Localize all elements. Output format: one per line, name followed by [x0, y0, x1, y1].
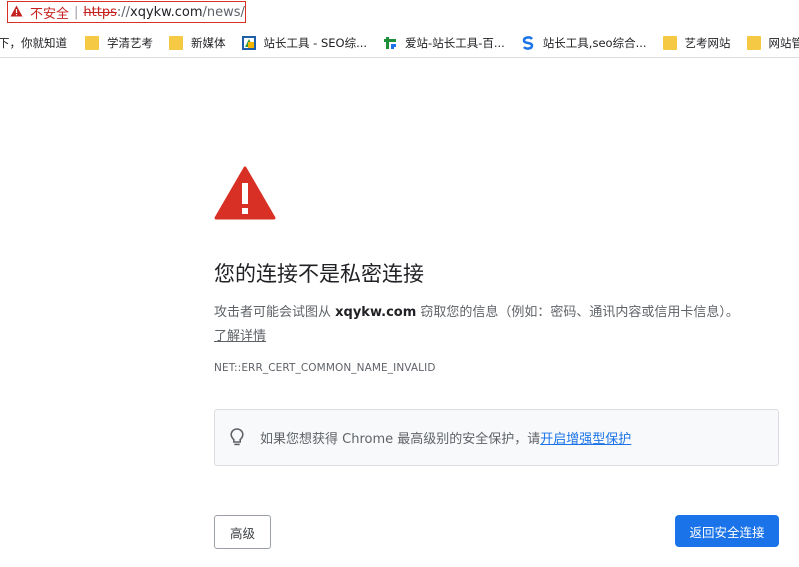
bookmark-item[interactable]: 爱站-站长工具-百...: [383, 35, 505, 51]
bookmark-label: 学清艺考: [107, 36, 153, 50]
url-scheme-separator: ://: [116, 4, 131, 20]
page-title: 您的连接不是私密连接: [214, 262, 424, 286]
bookmark-item[interactable]: 站长工具 - SEO综...: [241, 35, 368, 51]
learn-more-link[interactable]: 了解详情: [214, 325, 266, 344]
url-scheme: https: [83, 4, 117, 20]
back-to-safety-button[interactable]: 返回安全连接: [675, 515, 779, 547]
folder-icon: [169, 36, 183, 50]
bookmark-folder[interactable]: 学清艺考: [85, 35, 153, 51]
bookmark-label: 站长工具 - SEO综...: [263, 36, 368, 50]
bookmarks-bar: 下，你就知道 学清艺考 新媒体 站长工具 - SEO综... 爱站-站长工具-百…: [0, 29, 799, 58]
advanced-button[interactable]: 高级: [214, 515, 271, 549]
bookmark-label: 艺考网站: [684, 36, 731, 50]
folder-icon: [85, 36, 99, 50]
warning-triangle-icon: [214, 166, 276, 224]
bookmark-item[interactable]: 下，你就知道: [0, 35, 67, 51]
site-logo-icon: [241, 36, 256, 50]
protection-message: 如果您想获得 Chrome 最高级别的安全保护，请: [260, 432, 541, 447]
folder-icon: [662, 36, 677, 50]
not-secure-warning-icon[interactable]: [10, 5, 24, 19]
bookmark-label: 新媒体: [191, 36, 226, 50]
protection-text: 如果您想获得 Chrome 最高级别的安全保护，请开启增强型保护: [260, 428, 631, 447]
enhanced-protection-link[interactable]: 开启增强型保护: [540, 432, 631, 447]
bookmark-label: 站长工具,seo综合...: [542, 36, 647, 50]
lightbulb-icon: [230, 427, 246, 448]
aizhan-logo-icon: [383, 36, 397, 50]
description-text-end: 窃取您的信息（例如：密码、通讯内容或信用卡信息）。: [416, 305, 739, 320]
bookmark-label: 下，你就知道: [0, 36, 67, 50]
address-bar[interactable]: 不安全 | https://xqykw.com/news/: [0, 0, 799, 28]
bookmark-folder[interactable]: 网站管: [746, 35, 799, 51]
error-code: NET::ERR_CERT_COMMON_NAME_INVALID: [214, 362, 436, 374]
bookmark-folder[interactable]: 艺考网站: [662, 35, 731, 51]
url-host: xqykw.com: [130, 4, 203, 20]
enhanced-protection-box: 如果您想获得 Chrome 最高级别的安全保护，请开启增强型保护: [214, 409, 779, 466]
bookmark-label: 网站管: [768, 36, 799, 50]
security-separator: |: [74, 4, 79, 20]
bookmark-folder[interactable]: 新媒体: [169, 35, 226, 51]
url-path: /news/: [202, 4, 245, 20]
description-text-start: 攻击者可能会试图从: [214, 305, 336, 320]
omnibox[interactable]: 不安全 | https://xqykw.com/news/: [7, 1, 246, 23]
bookmark-item[interactable]: 站长工具,seo综合...: [521, 35, 647, 51]
description-host: xqykw.com: [335, 305, 417, 320]
blue-s-logo-icon: [521, 36, 535, 50]
warning-description: 攻击者可能会试图从 xqykw.com 窃取您的信息（例如：密码、通讯内容或信用…: [214, 303, 739, 323]
bookmark-label: 爱站-站长工具-百...: [405, 36, 505, 50]
folder-icon: [746, 36, 761, 50]
not-secure-label[interactable]: 不安全: [30, 3, 69, 22]
